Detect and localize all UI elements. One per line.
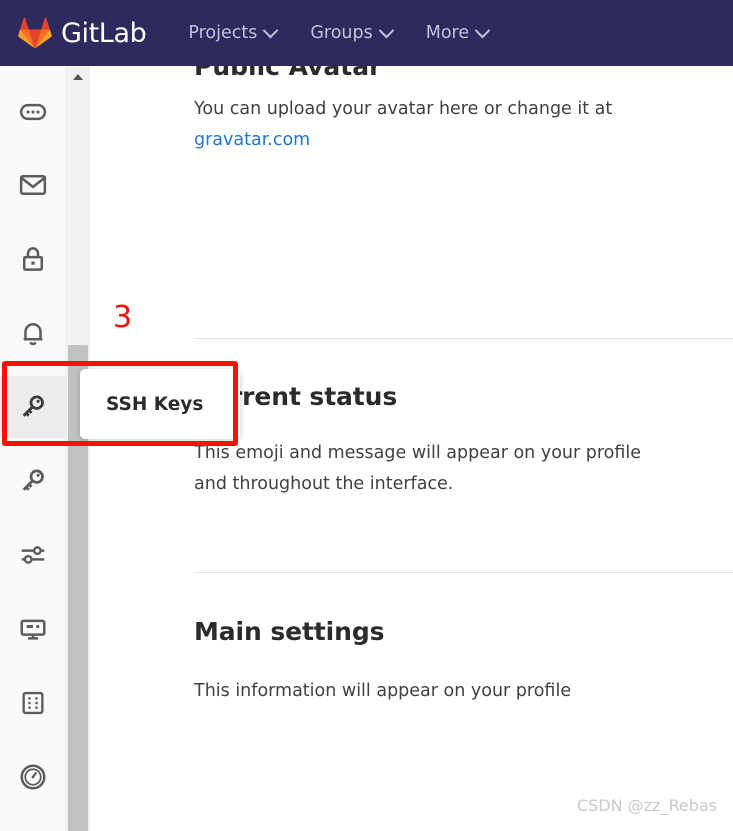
sidebar-item-usage-quotas[interactable]	[0, 746, 66, 808]
grid-keypad-icon	[19, 689, 47, 717]
nav-item-projects-label: Projects	[188, 23, 258, 43]
envelope-icon	[18, 170, 48, 200]
top-navigation-bar: GitLab Projects Groups More	[0, 0, 733, 66]
ssh-keys-tooltip: SSH Keys	[80, 369, 240, 439]
nav-item-more[interactable]: More	[425, 22, 491, 43]
main-settings-heading: Main settings	[194, 617, 385, 646]
annotation-step-number: 3	[113, 300, 133, 335]
navbar-menu: Projects Groups More	[188, 22, 491, 43]
chevron-down-icon	[474, 22, 491, 38]
sidebar-item-password[interactable]	[0, 228, 66, 290]
monitor-icon	[18, 614, 48, 644]
nav-item-groups[interactable]: Groups	[310, 22, 395, 43]
sidebar-item-account[interactable]	[0, 81, 66, 143]
gauge-icon	[18, 762, 48, 792]
sidebar-item-ssh-keys[interactable]	[0, 376, 66, 438]
brand-title: GitLab	[61, 17, 147, 49]
nav-item-groups-label: Groups	[310, 23, 373, 43]
gitlab-tanuki-logo-icon	[18, 17, 52, 49]
section-divider-1	[194, 338, 733, 339]
chevron-down-icon	[378, 22, 395, 38]
section-divider-2	[194, 572, 733, 573]
page-scrollbar[interactable]	[66, 66, 90, 831]
main-settings-description: This information will appear on your pro…	[194, 681, 572, 701]
lock-icon	[18, 244, 48, 274]
key-icon	[18, 466, 48, 496]
gravatar-link[interactable]: gravatar.com	[194, 130, 310, 150]
sidebar-item-notifications[interactable]	[0, 302, 66, 364]
gitlab-home-link[interactable]: GitLab	[18, 17, 147, 49]
key-icon	[18, 392, 48, 422]
sidebar-item-emails[interactable]	[0, 154, 66, 216]
ssh-keys-tooltip-label: SSH Keys	[106, 393, 204, 415]
chat-bubble-icon	[18, 97, 48, 127]
nav-item-more-label: More	[425, 23, 470, 43]
sidebar-item-preferences[interactable]	[0, 524, 66, 586]
nav-item-projects[interactable]: Projects	[188, 22, 279, 43]
settings-main-content: Public Avatar You can upload your avatar…	[90, 52, 733, 831]
triangle-up-icon	[73, 74, 83, 80]
scrollbar-up-button[interactable]	[66, 66, 90, 88]
chevron-down-icon	[263, 22, 279, 38]
bell-icon	[18, 318, 48, 348]
sidebar-item-access-tokens[interactable]	[0, 672, 66, 734]
current-status-description: This emoji and message will appear on yo…	[194, 443, 642, 494]
sidebar-item-gpg-keys[interactable]	[0, 450, 66, 512]
watermark: CSDN @zz_Rebas	[576, 796, 717, 815]
settings-sidebar-rail	[0, 66, 66, 831]
public-avatar-description: You can upload your avatar here or chang…	[194, 94, 664, 156]
sliders-icon	[18, 540, 48, 570]
sidebar-item-active-sessions[interactable]	[0, 598, 66, 660]
public-avatar-description-text: You can upload your avatar here or chang…	[194, 99, 613, 119]
